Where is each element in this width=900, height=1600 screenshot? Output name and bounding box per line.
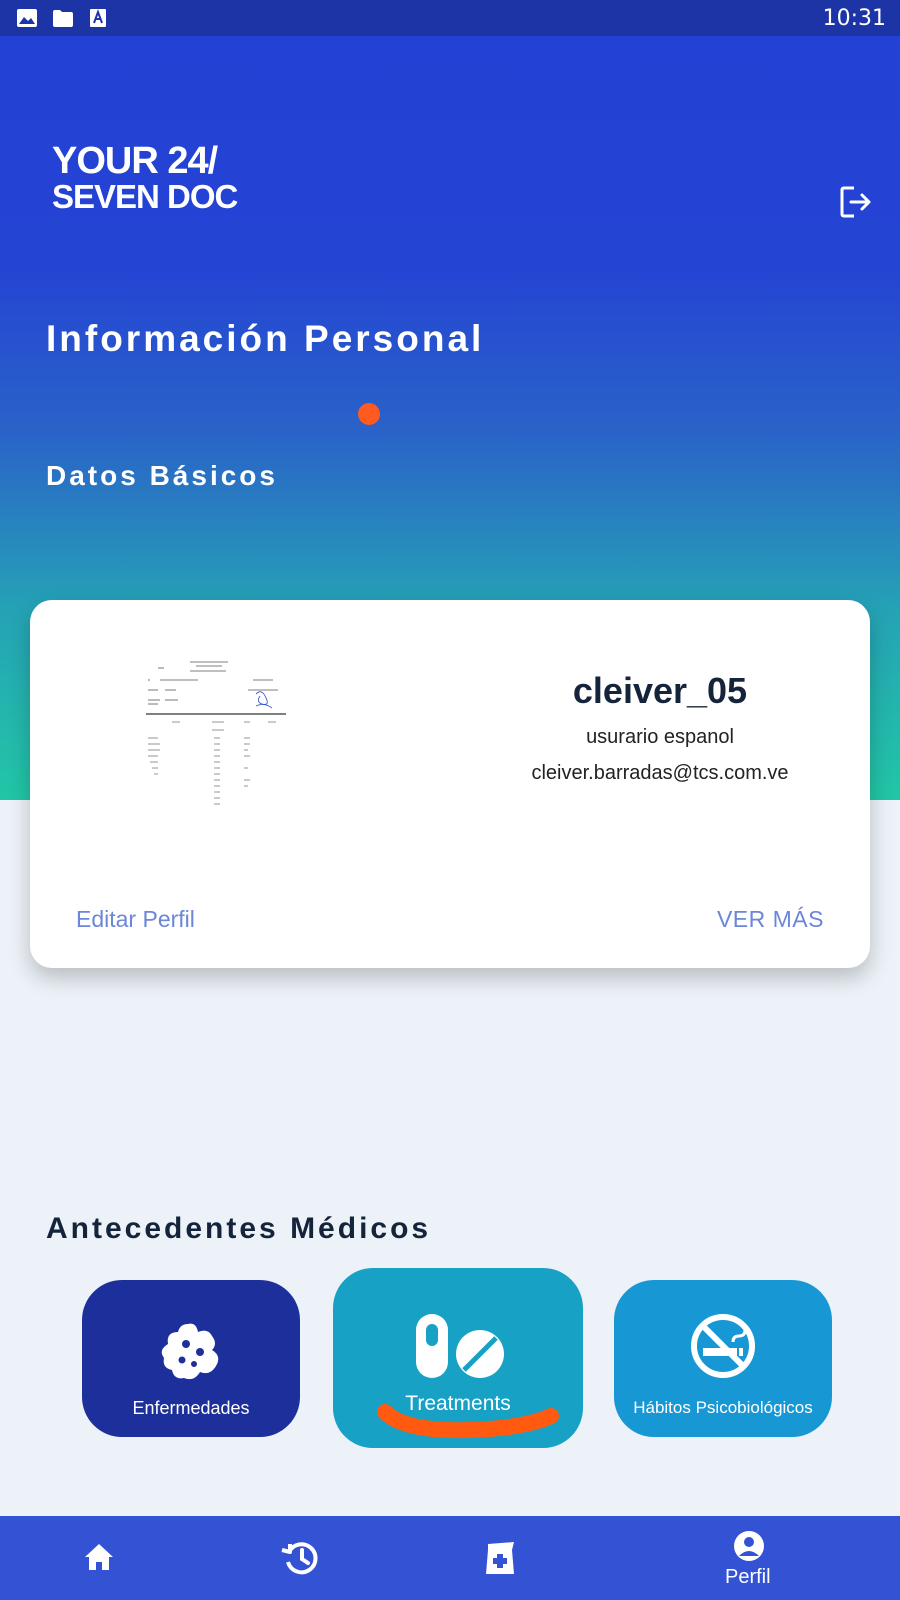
profile-picture[interactable] [138, 658, 318, 808]
history-icon [281, 1542, 318, 1575]
medical-kit-icon [486, 1542, 514, 1574]
profile-card: cleiver_05 usurario espanol cleiver.barr… [30, 600, 870, 968]
edit-profile-button[interactable]: Editar Perfil [76, 906, 195, 933]
bottom-navigation: Perfil [0, 1516, 900, 1600]
user-email: cleiver.barradas@tcs.com.ve [531, 762, 789, 784]
nav-home[interactable] [60, 1516, 140, 1600]
nav-history[interactable] [260, 1516, 340, 1600]
treatments-label: Treatments [405, 1392, 511, 1415]
section-title-medical: Antecedentes Médicos [46, 1212, 432, 1245]
logout-icon[interactable] [838, 184, 874, 220]
habits-tile[interactable]: Hábitos Psicobiológicos [614, 1280, 832, 1437]
profile-icon [734, 1531, 764, 1561]
diseases-tile[interactable]: Enfermedades [82, 1280, 300, 1437]
no-smoking-icon [691, 1314, 755, 1378]
diseases-label: Enfermedades [132, 1398, 250, 1418]
section-title-basic: Datos Básicos [46, 460, 278, 491]
status-time: 10:31 [822, 6, 886, 31]
page-title: Información Personal [46, 318, 485, 359]
page-indicator-dot [358, 403, 380, 425]
nav-profile[interactable]: Perfil [700, 1516, 800, 1600]
folder-icon [53, 10, 73, 27]
logo-line-2: SEVEN DOC [52, 178, 238, 215]
logo-line-1: YOUR 24/ [52, 140, 218, 182]
nav-profile-label: Perfil [725, 1566, 771, 1588]
habits-label: Hábitos Psicobiológicos [633, 1398, 813, 1417]
nav-medical[interactable] [460, 1516, 540, 1600]
app-logo: YOUR 24/ SEVEN DOC [52, 140, 252, 222]
home-icon [85, 1544, 113, 1570]
user-name: cleiver_05 [572, 670, 748, 711]
pills-icon [416, 1314, 504, 1378]
virus-icon [161, 1323, 219, 1380]
font-icon [90, 9, 106, 27]
image-icon [17, 9, 37, 27]
user-subtitle: usurario espanol [586, 726, 734, 748]
status-bar: 10:31 [0, 0, 900, 36]
treatments-tile[interactable]: Treatments [333, 1268, 583, 1448]
see-more-button[interactable]: VER MÁS [717, 906, 824, 933]
